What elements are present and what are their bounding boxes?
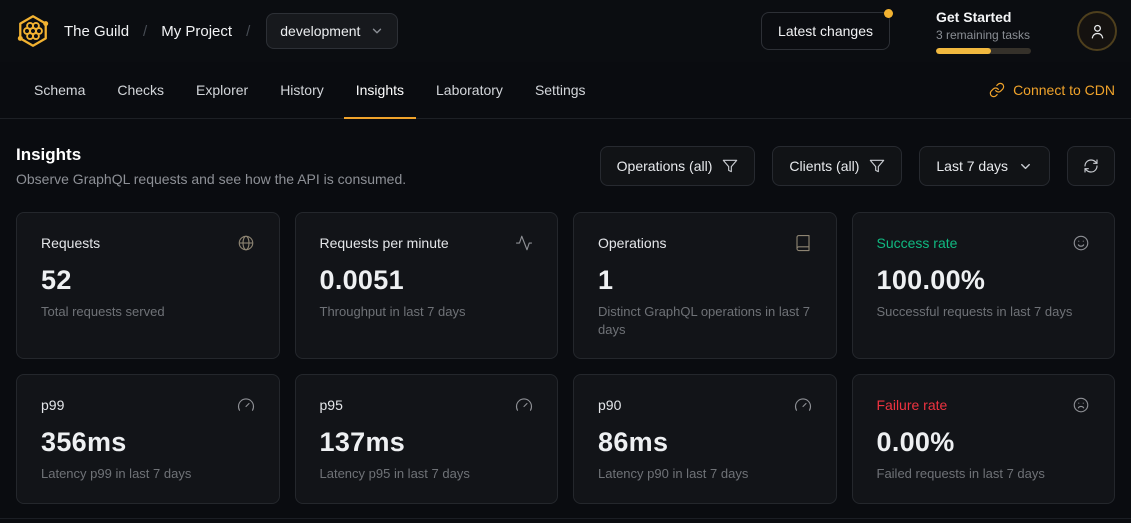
date-range-dropdown[interactable]: Last 7 days: [919, 146, 1050, 186]
get-started-title: Get Started: [936, 9, 1031, 25]
stat-title: Success rate: [877, 235, 958, 251]
stat-card-p95: p95 137ms Latency p95 in last 7 days: [295, 374, 559, 504]
activity-icon: [515, 234, 533, 252]
stat-card-requests-per-minute: Requests per minute 0.0051 Throughput in…: [295, 212, 559, 359]
frown-icon: [1072, 396, 1090, 414]
breadcrumb-separator: /: [143, 23, 147, 40]
gauge-icon: [237, 396, 255, 414]
breadcrumb-org[interactable]: The Guild: [64, 23, 129, 40]
stat-value: 356ms: [41, 427, 255, 458]
tab-explorer[interactable]: Explorer: [184, 62, 260, 119]
get-started-progress-fill: [936, 48, 991, 54]
get-started-remaining-tasks: 3 remaining tasks: [936, 28, 1031, 42]
stat-title: Requests: [41, 235, 100, 251]
stat-card-p99: p99 356ms Latency p99 in last 7 days: [16, 374, 280, 504]
main-nav: Schema Checks Explorer History Insights …: [0, 62, 1131, 119]
stat-value: 0.00%: [877, 427, 1091, 458]
stat-card-failure-rate: Failure rate 0.00% Failed requests in la…: [852, 374, 1116, 504]
connect-to-cdn-label: Connect to CDN: [1013, 82, 1115, 98]
operations-filter-button[interactable]: Operations (all): [600, 146, 756, 186]
stat-card-p90: p90 86ms Latency p90 in last 7 days: [573, 374, 837, 504]
stat-card-operations: Operations 1 Distinct GraphQL operations…: [573, 212, 837, 359]
latest-changes-button[interactable]: Latest changes: [761, 12, 890, 50]
get-started-progress-bar: [936, 48, 1031, 54]
person-icon: [1088, 22, 1107, 41]
page-header: Insights Observe GraphQL requests and se…: [16, 145, 406, 187]
globe-icon: [237, 234, 255, 252]
breadcrumb-project[interactable]: My Project: [161, 23, 232, 40]
page-title: Insights: [16, 145, 406, 165]
stat-title: Requests per minute: [320, 235, 449, 251]
stat-description: Throughput in last 7 days: [320, 303, 534, 321]
refresh-button[interactable]: [1067, 146, 1115, 186]
filter-funnel-icon: [869, 158, 885, 174]
refresh-icon: [1083, 158, 1099, 174]
stat-description: Latency p99 in last 7 days: [41, 465, 255, 483]
stat-description: Latency p90 in last 7 days: [598, 465, 812, 483]
stat-title: p90: [598, 397, 621, 413]
chevron-down-icon: [1018, 159, 1033, 174]
get-started-widget[interactable]: Get Started 3 remaining tasks: [936, 9, 1031, 54]
environment-dropdown-value: development: [280, 23, 360, 39]
stat-value: 86ms: [598, 427, 812, 458]
connect-to-cdn-link[interactable]: Connect to CDN: [989, 62, 1115, 118]
breadcrumb: The Guild / My Project /: [64, 23, 250, 40]
gauge-icon: [515, 396, 533, 414]
stat-description: Latency p95 in last 7 days: [320, 465, 534, 483]
stat-title: p95: [320, 397, 343, 413]
tab-settings[interactable]: Settings: [523, 62, 598, 119]
stat-value: 100.00%: [877, 265, 1091, 296]
clients-filter-label: Clients (all): [789, 158, 859, 174]
latest-changes-label: Latest changes: [778, 23, 873, 39]
stat-description: Total requests served: [41, 303, 255, 321]
tab-schema[interactable]: Schema: [22, 62, 97, 119]
breadcrumb-separator: /: [246, 23, 250, 40]
stat-title: p99: [41, 397, 64, 413]
stat-card-success-rate: Success rate 100.00% Successful requests…: [852, 212, 1116, 359]
tab-insights[interactable]: Insights: [344, 62, 416, 119]
insights-page: Insights Observe GraphQL requests and se…: [0, 119, 1131, 504]
link-icon: [989, 82, 1005, 98]
nav-tabs: Schema Checks Explorer History Insights …: [22, 62, 598, 118]
tab-history[interactable]: History: [268, 62, 336, 119]
date-range-value: Last 7 days: [936, 158, 1008, 174]
tab-checks[interactable]: Checks: [105, 62, 176, 119]
gauge-icon: [794, 396, 812, 414]
stat-description: Failed requests in last 7 days: [877, 465, 1091, 483]
clients-filter-button[interactable]: Clients (all): [772, 146, 902, 186]
stat-value: 52: [41, 265, 255, 296]
top-header: The Guild / My Project / development Lat…: [0, 0, 1131, 62]
stat-value: 0.0051: [320, 265, 534, 296]
smile-icon: [1072, 234, 1090, 252]
operations-filter-label: Operations (all): [617, 158, 713, 174]
chevron-down-icon: [370, 24, 384, 38]
stat-title: Operations: [598, 235, 666, 251]
environment-dropdown[interactable]: development: [266, 13, 398, 49]
tab-laboratory[interactable]: Laboratory: [424, 62, 515, 119]
footer-divider: [0, 518, 1131, 523]
notification-dot: [884, 9, 893, 18]
book-icon: [794, 234, 812, 252]
page-subtitle: Observe GraphQL requests and see how the…: [16, 171, 406, 187]
stat-value: 1: [598, 265, 812, 296]
stat-value: 137ms: [320, 427, 534, 458]
stats-grid: Requests 52 Total requests served Reques…: [16, 212, 1115, 504]
hive-logo-icon[interactable]: [14, 12, 52, 50]
stat-description: Successful requests in last 7 days: [877, 303, 1091, 321]
filter-funnel-icon: [722, 158, 738, 174]
stat-description: Distinct GraphQL operations in last 7 da…: [598, 303, 812, 338]
filter-toolbar: Operations (all) Clients (all) Last 7 da…: [600, 146, 1115, 186]
stat-title: Failure rate: [877, 397, 948, 413]
stat-card-requests: Requests 52 Total requests served: [16, 212, 280, 359]
user-avatar[interactable]: [1077, 11, 1117, 51]
